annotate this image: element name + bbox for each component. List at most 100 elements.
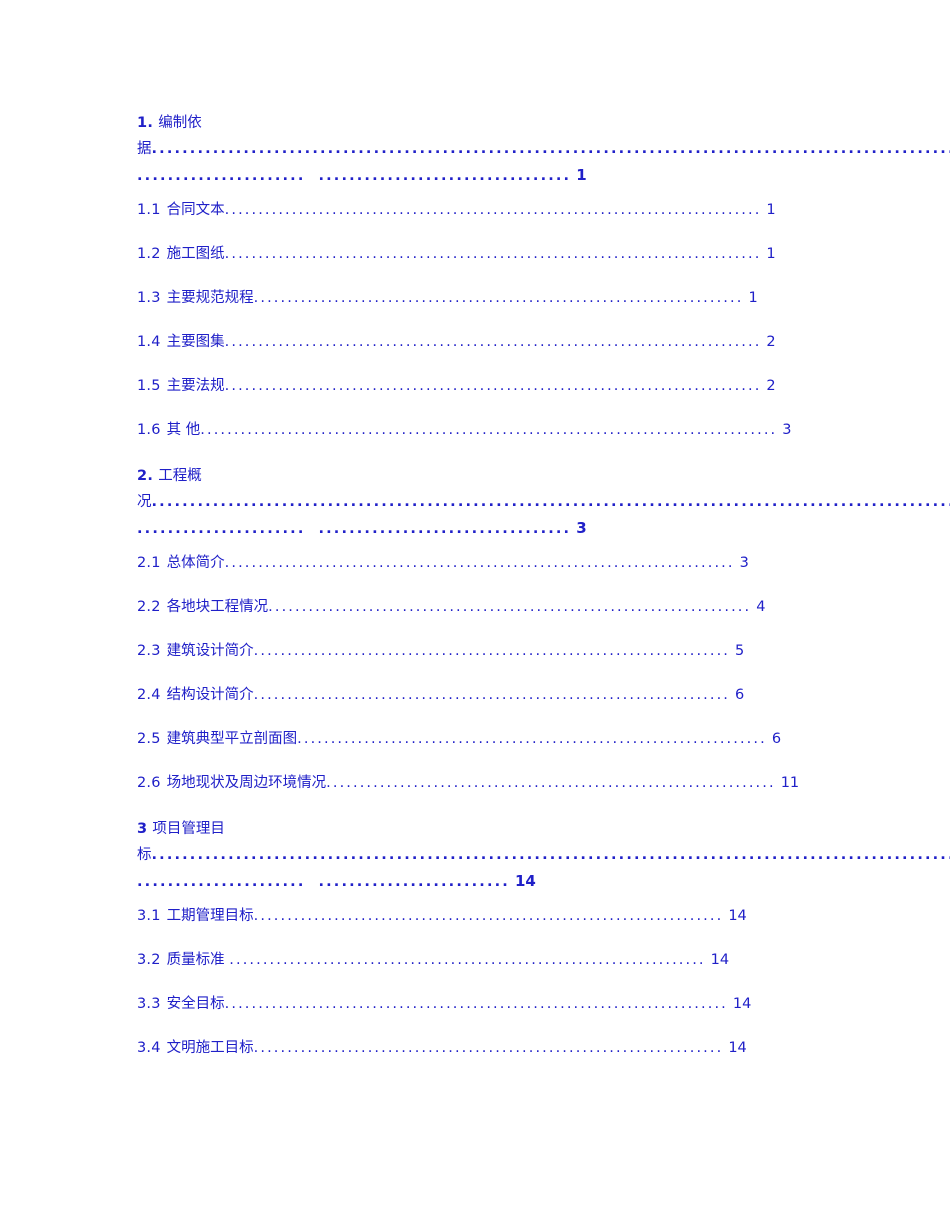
toc-entry-page-number: 14 xyxy=(514,872,536,890)
toc-entry-title: 各地块工程情况 xyxy=(166,599,269,615)
toc-entry-page-number: 1 xyxy=(766,202,776,218)
leader-dots: ........................................… xyxy=(224,246,762,262)
leader-dots: ........................................… xyxy=(224,334,762,350)
toc-entry-page-number: 14 xyxy=(710,952,730,968)
toc-entry-number: 2.6 xyxy=(137,775,161,791)
leader-dots-segment-a: ...................... xyxy=(137,168,306,184)
leader-dots: ........................................… xyxy=(253,290,744,306)
leader-dots: ........................................… xyxy=(253,1040,724,1056)
toc-entry-number: 3.3 xyxy=(137,996,161,1012)
leader-dots: ........................................… xyxy=(224,202,762,218)
toc-entry-number: 1.6 xyxy=(137,422,161,438)
toc-entry-number: 2.2 xyxy=(137,599,161,615)
toc-entry-subsection[interactable]: 2.3 建筑设计简介...............................… xyxy=(137,640,827,684)
leader-dots-segment-b: ................................. xyxy=(318,168,572,184)
toc-entry-title: 工期管理目标 xyxy=(166,908,254,924)
toc-entry-number: 3.2 xyxy=(137,952,161,968)
leader-dots: ........................................… xyxy=(268,599,752,615)
toc-entry-subsection[interactable]: 2.6 场地现状及周边环境情况..........................… xyxy=(137,772,827,816)
toc-entry-heading[interactable]: 3 项目管理目 标.................................… xyxy=(137,816,950,895)
toc-entry-number: 1.2 xyxy=(137,246,161,262)
toc-entry-title: 合同文本 xyxy=(166,202,225,218)
toc-entry-title: 质量标准 xyxy=(166,952,230,968)
toc-entry-subsection[interactable]: 2.2 各地块工程情况..............................… xyxy=(137,596,827,640)
toc-entry-page-number: 3 xyxy=(739,555,749,571)
toc-entry-heading[interactable]: 2. 工程概 况..................................… xyxy=(137,463,950,542)
toc-entry-title: 主要规范规程 xyxy=(166,290,254,306)
toc-entry-subsection[interactable]: 3.2 质量标准 ................................… xyxy=(137,949,827,993)
toc-entry-subsection[interactable]: 3.3 安全目标.................................… xyxy=(137,993,827,1037)
toc-entry-number: 1. xyxy=(137,115,154,131)
leader-dots: ........................................… xyxy=(224,996,728,1012)
leader-dots: ........................................… xyxy=(151,847,950,863)
toc-entry-subsection[interactable]: 1.5 主要法规.................................… xyxy=(137,375,827,419)
leader-dots-segment-a: ...................... xyxy=(137,521,306,537)
toc-entry-title: 文明施工目标 xyxy=(166,1040,254,1056)
toc-entry-page-number: 3 xyxy=(576,519,587,537)
toc-entry-heading[interactable]: 1. 编制依 据..................................… xyxy=(137,110,950,189)
toc-entry-title-part1: 项目管理目 xyxy=(152,821,225,837)
toc-entry-page-number: 6 xyxy=(771,731,782,747)
toc-entry-number: 2. xyxy=(137,468,154,484)
toc-entry-subsection[interactable]: 2.5 建筑典型平立剖面图............................… xyxy=(137,728,827,772)
toc-entry-page-number: 11 xyxy=(780,775,800,791)
toc-entry-page-number: 1 xyxy=(748,290,758,306)
toc-entry-number: 1.4 xyxy=(137,334,161,350)
leader-dots-segment-a: ...................... xyxy=(137,874,306,890)
toc-entry-page-number: 5 xyxy=(735,643,745,659)
leader-dots: ........................................… xyxy=(253,687,731,703)
toc-entry-page-number: 3 xyxy=(782,422,792,438)
toc-entry-title: 主要图集 xyxy=(166,334,225,350)
leader-dots: ........................................… xyxy=(253,643,731,659)
leader-dots-segment-b: ......................... xyxy=(318,874,510,890)
toc-entry-title: 结构设计简介 xyxy=(166,687,254,703)
toc-entry-subsection[interactable]: 2.1 总体简介.................................… xyxy=(137,552,827,596)
toc-entry-page-number: 4 xyxy=(756,599,766,615)
toc-entry-subsection[interactable]: 1.2 施工图纸.................................… xyxy=(137,243,827,287)
toc-entry-subsection[interactable]: 1.3 主要规范规程...............................… xyxy=(137,287,827,331)
toc-entry-number: 1.3 xyxy=(137,290,161,306)
toc-entry-number: 2.5 xyxy=(137,731,161,747)
leader-dots: ........................................… xyxy=(224,378,762,394)
toc-entry-title: 施工图纸 xyxy=(166,246,225,262)
toc-entry-subsection[interactable]: 3.4 文明施工目标...............................… xyxy=(137,1037,827,1081)
toc-entry-subsection[interactable]: 1.4 主要图集.................................… xyxy=(137,331,827,375)
leader-dots-segment-b: ................................. xyxy=(318,521,572,537)
toc-entry-subsection[interactable]: 2.4 结构设计简介...............................… xyxy=(137,684,827,728)
toc-entry-number: 2.4 xyxy=(137,687,161,703)
toc-entry-number: 3 xyxy=(137,821,148,837)
leader-dots: ........................................… xyxy=(297,731,767,747)
toc-entry-title: 其 他 xyxy=(166,422,201,438)
toc-entry-page-number: 14 xyxy=(728,1040,747,1056)
toc-list: 1. 编制依 据..................................… xyxy=(137,110,950,1081)
toc-entry-subsection[interactable]: 1.6 其 他..................................… xyxy=(137,419,827,463)
leader-dots: ........................................… xyxy=(151,494,950,510)
toc-entry-title-part2: 据 xyxy=(137,141,152,157)
toc-entry-page-number: 2 xyxy=(766,334,776,350)
toc-entry-title-part1: 工程概 xyxy=(158,468,202,484)
leader-dots: ........................................… xyxy=(200,422,778,438)
toc-entry-subsection[interactable]: 3.1 工期管理目标...............................… xyxy=(137,905,827,949)
toc-entry-page-number: 6 xyxy=(735,687,745,703)
toc-entry-title-part2: 标 xyxy=(137,847,152,863)
toc-entry-page-number: 14 xyxy=(732,996,752,1012)
toc-entry-title-part1: 编制依 xyxy=(158,115,202,131)
toc-entry-number: 3.1 xyxy=(137,908,161,924)
toc-entry-title: 建筑典型平立剖面图 xyxy=(166,731,298,747)
leader-dots: ........................................… xyxy=(224,555,735,571)
toc-entry-page-number: 1 xyxy=(576,166,587,184)
toc-entry-subsection[interactable]: 1.1 合同文本.................................… xyxy=(137,199,827,243)
toc-entry-number: 1.1 xyxy=(137,202,161,218)
leader-dots: ........................................… xyxy=(326,775,776,791)
leader-dots: ........................................… xyxy=(253,908,724,924)
toc-entry-number: 2.3 xyxy=(137,643,161,659)
toc-entry-title: 安全目标 xyxy=(166,996,225,1012)
leader-dots: ........................................… xyxy=(229,952,706,968)
toc-entry-title: 主要法规 xyxy=(166,378,225,394)
toc-entry-number: 2.1 xyxy=(137,555,161,571)
toc-entry-title: 总体简介 xyxy=(166,555,225,571)
toc-entry-page-number: 2 xyxy=(766,378,776,394)
toc-entry-page-number: 14 xyxy=(728,908,747,924)
toc-entry-page-number: 1 xyxy=(766,246,776,262)
toc-entry-title: 场地现状及周边环境情况 xyxy=(166,775,327,791)
